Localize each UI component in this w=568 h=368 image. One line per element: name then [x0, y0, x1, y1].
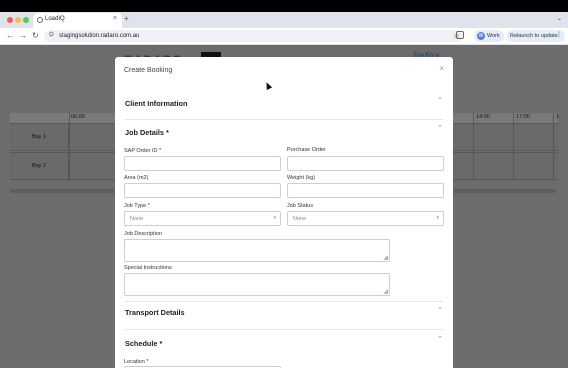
extensions-icon[interactable] — [456, 31, 464, 39]
client-information-header[interactable]: Client Information — [125, 99, 187, 108]
job-type-label: Job Type * — [124, 203, 150, 209]
job-status-select[interactable]: None ▾ — [287, 211, 444, 226]
profile-label: Work — [487, 33, 500, 39]
close-window-button[interactable] — [7, 17, 13, 23]
relaunch-button[interactable]: Relaunch to update ⋮ — [507, 30, 565, 42]
avatar: W — [477, 32, 485, 40]
special-instructions-textarea[interactable]: ◢ — [124, 273, 390, 296]
modal-title: Create Booking — [124, 67, 173, 74]
job-type-select[interactable]: None ▾ — [124, 211, 281, 226]
grid-line — [513, 113, 514, 181]
forward-button[interactable]: → — [19, 31, 27, 40]
special-instructions-label: Special Instructions — [124, 265, 172, 271]
bay-label: Bay 2 — [10, 152, 69, 180]
menu-bar — [0, 0, 568, 12]
address-bar[interactable]: ⛭ stagingsolution.radaro.com.au ☆ — [44, 30, 462, 42]
tab-search-icon[interactable]: ⌄ — [557, 15, 562, 22]
transport-details-header[interactable]: Transport Details — [125, 308, 185, 317]
job-description-textarea[interactable]: ◢ — [124, 239, 390, 262]
new-tab-button[interactable]: + — [124, 14, 129, 23]
tab-title: LoadIQ — [45, 16, 65, 22]
divider — [125, 301, 443, 302]
purchase-order-label: Purchase Order — [287, 147, 326, 153]
divider — [125, 119, 443, 120]
close-icon[interactable]: × — [439, 64, 444, 73]
schedule-header[interactable]: Schedule * — [125, 339, 162, 348]
time-label: 1 — [556, 114, 560, 120]
minimize-window-button[interactable] — [15, 17, 21, 23]
job-details-header[interactable]: Job Details * — [125, 128, 169, 137]
profile-button[interactable]: W Work — [474, 30, 504, 42]
grid-line — [69, 113, 70, 181]
job-status-label: Job Status — [287, 203, 313, 209]
chevron-down-icon: ▾ — [273, 215, 276, 221]
resize-handle-icon[interactable]: ◢ — [383, 289, 388, 295]
resize-handle-icon[interactable]: ◢ — [383, 255, 388, 261]
more-menu-icon[interactable]: ⋮ — [556, 31, 562, 38]
chevron-up-icon[interactable]: ⌃ — [437, 335, 443, 343]
bay-label: Bay 1 — [10, 123, 69, 151]
screen: LoadIQ × + ⌄ ← → ↻ ⛭ stagingsolution.rad… — [0, 0, 568, 368]
location-label: Location * — [124, 359, 149, 365]
reload-button[interactable]: ↻ — [32, 31, 39, 40]
tab-favicon-icon — [37, 17, 43, 23]
grid-line — [553, 113, 554, 181]
chevron-down-icon: ▾ — [436, 215, 439, 221]
back-button[interactable]: ← — [6, 31, 14, 40]
area-label: Area (m2) — [124, 175, 149, 181]
chevron-down-icon[interactable]: ⌄ — [437, 303, 443, 311]
url-text: stagingsolution.radaro.com.au — [59, 33, 140, 39]
relaunch-label: Relaunch to update — [510, 33, 558, 39]
weight-label: Weight (kg) — [287, 175, 316, 181]
maximize-window-button[interactable] — [23, 17, 29, 23]
site-info-icon[interactable]: ⛭ — [49, 32, 54, 39]
grid-line — [473, 113, 474, 181]
create-booking-modal: Create Booking × Client Information ⌄ Jo… — [115, 57, 453, 368]
area-input[interactable] — [124, 183, 281, 198]
weight-input[interactable] — [287, 183, 444, 198]
time-label: 17:00 — [516, 114, 530, 120]
time-label: 14:00 — [476, 114, 490, 120]
sap-order-id-label: SAP Order ID * — [124, 148, 162, 154]
purchase-order-input[interactable] — [287, 156, 444, 171]
job-type-value: None — [130, 216, 144, 222]
tab-loadiq[interactable]: LoadIQ × — [33, 13, 122, 28]
tab-close-icon[interactable]: × — [113, 15, 117, 22]
sap-order-id-input[interactable] — [124, 156, 281, 171]
divider — [125, 329, 443, 330]
chevron-up-icon[interactable]: ⌃ — [437, 124, 443, 132]
job-description-label: Job Description — [124, 231, 162, 237]
time-label: 06:00 — [71, 114, 85, 120]
job-status-value: None — [293, 216, 307, 222]
chevron-down-icon[interactable]: ⌄ — [437, 93, 443, 101]
